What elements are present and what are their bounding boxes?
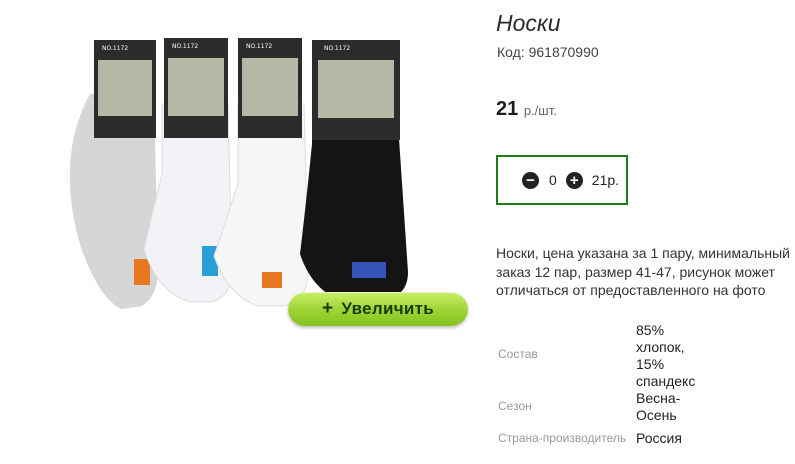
sock-stripe [352, 262, 386, 278]
minus-icon[interactable]: − [522, 171, 539, 189]
property-label: Сезон [498, 399, 532, 413]
sock-stripe [262, 272, 282, 288]
package-card: NO.1172 [94, 40, 156, 138]
package-card: NO.1172 [164, 38, 228, 138]
quantity-value[interactable]: 0 [549, 172, 557, 188]
code-label: Код: [497, 44, 525, 60]
property-label: Страна-производитель [498, 431, 627, 445]
plus-icon[interactable]: + [565, 171, 583, 189]
code-value: 961870990 [528, 44, 599, 60]
quantity-sum: 21р. [591, 172, 620, 188]
property-value: 85% хлопок, 15% спандекс [636, 322, 696, 389]
zoom-button[interactable]: + Увеличить [288, 292, 468, 326]
socks-photo: NO.1172 NO.1172 NO.1172 NO.1172 [69, 38, 408, 309]
svg-text:NO.1172: NO.1172 [324, 45, 350, 52]
product-description: Носки, цена указана за 1 пару, минимальн… [496, 245, 790, 298]
product-price: 21 р./шт. [496, 98, 557, 121]
product-code: Код: 961870990 [497, 44, 599, 60]
price-unit: р./шт. [523, 103, 557, 118]
quantity-stepper: − 0 + 21р. [496, 155, 628, 205]
svg-text:NO.1172: NO.1172 [172, 43, 198, 50]
zoom-label: Увеличить [341, 299, 435, 318]
product-image[interactable]: NO.1172 NO.1172 NO.1172 NO.1172 [62, 34, 442, 324]
property-value: Весна-Осень [636, 390, 681, 423]
svg-text:NO.1172: NO.1172 [246, 43, 272, 50]
plus-icon: + [321, 298, 334, 319]
product-title: Носки [496, 10, 561, 36]
property-label: Состав [498, 347, 538, 361]
sock-stripe [134, 259, 150, 285]
svg-text:NO.1172: NO.1172 [102, 45, 128, 52]
package-card: NO.1172 [238, 38, 302, 138]
package-card: NO.1172 [312, 40, 400, 140]
price-value: 21 [496, 98, 519, 120]
property-value: Россия [636, 430, 682, 446]
